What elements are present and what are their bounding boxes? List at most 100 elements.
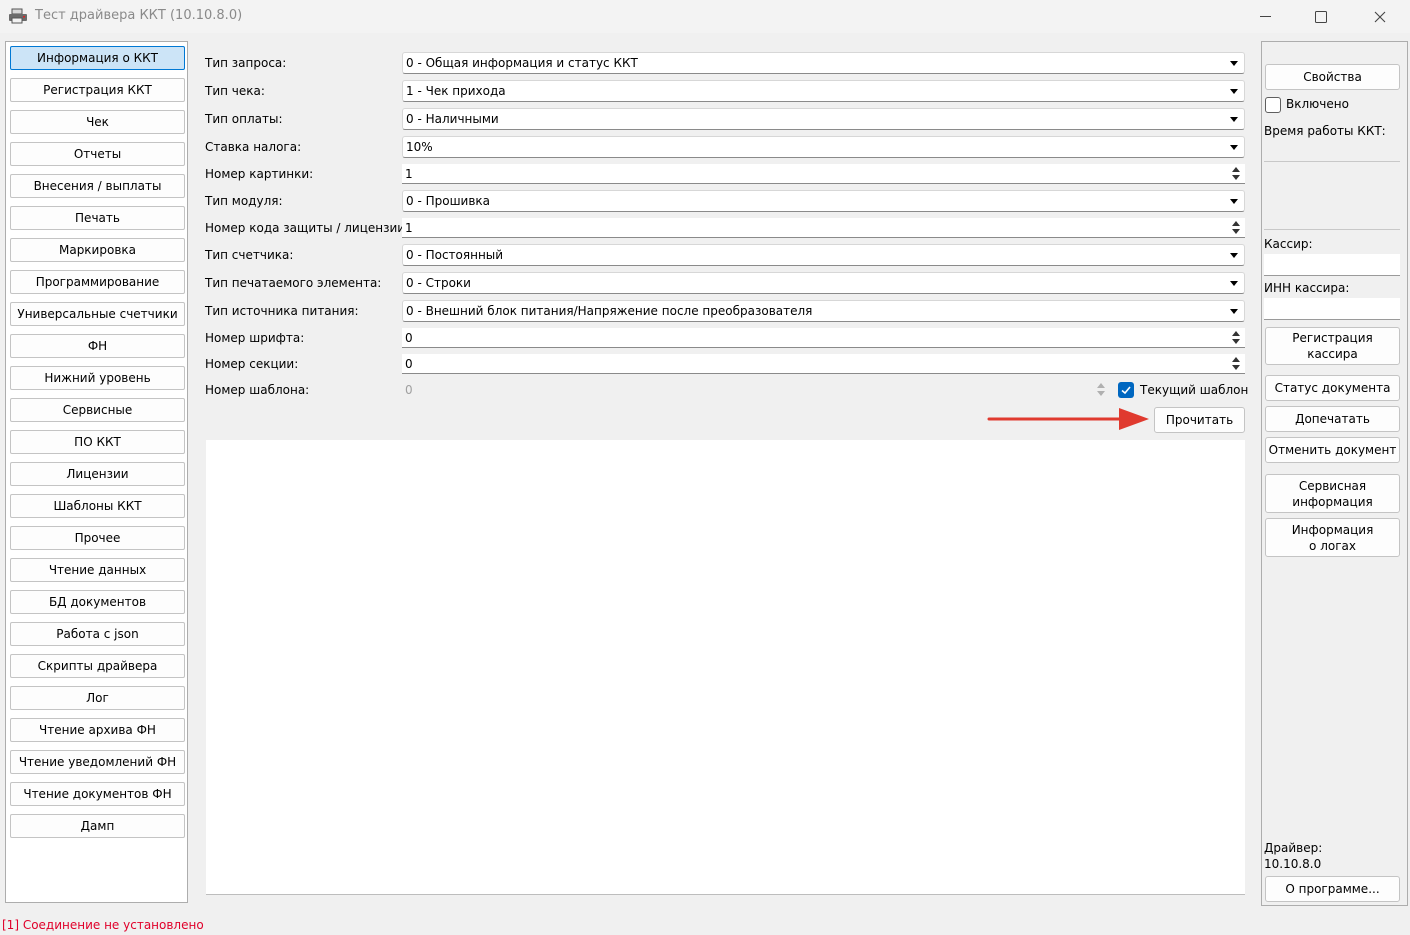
nav-item-kkt-info[interactable]: Информация о ККТ [10, 46, 185, 70]
logs-info-button[interactable]: Информация о логах [1265, 518, 1400, 557]
payment-type-label: Тип оплаты: [205, 112, 283, 126]
nav-item-print[interactable]: Печать [10, 206, 185, 230]
module-type-label: Тип модуля: [205, 194, 283, 208]
power-source-select[interactable]: 0 - Внешний блок питания/Напряжение посл… [402, 300, 1245, 322]
nav-item-kkt-registration[interactable]: Регистрация ККТ [10, 78, 185, 102]
nav-item-low-level[interactable]: Нижний уровень [10, 366, 185, 390]
reprint-button[interactable]: Допечатать [1265, 406, 1400, 432]
license-code-label: Номер кода защиты / лицензии: [205, 221, 410, 235]
uptime-divider [1264, 161, 1400, 162]
section-number-value: 0 [405, 356, 413, 371]
request-type-value: 0 - Общая информация и статус ККТ [406, 56, 638, 70]
left-nav-panel: Информация о ККТ Регистрация ККТ Чек Отч… [5, 41, 188, 903]
nav-item-licenses[interactable]: Лицензии [10, 462, 185, 486]
output-area[interactable] [206, 440, 1245, 895]
picture-number-label: Номер картинки: [205, 167, 314, 181]
print-element-value: 0 - Строки [406, 276, 471, 290]
maximize-button[interactable] [1292, 0, 1350, 33]
driver-label: Драйвер: [1264, 841, 1323, 855]
spinner-arrows-icon[interactable] [1231, 356, 1241, 372]
template-number-spinner: 0 [402, 380, 1110, 400]
nav-item-other[interactable]: Прочее [10, 526, 185, 550]
module-type-value: 0 - Прошивка [406, 194, 491, 208]
nav-item-log[interactable]: Лог [10, 686, 185, 710]
connection-status: [1] Соединение не установлено [2, 918, 204, 932]
cashier-inn-input[interactable] [1264, 298, 1400, 320]
checkmark-icon [1121, 386, 1131, 395]
request-type-label: Тип запроса: [205, 56, 287, 70]
uptime-label: Время работы ККТ: [1264, 124, 1386, 138]
license-code-value: 1 [405, 220, 413, 235]
nav-item-driver-scripts[interactable]: Скрипты драйвера [10, 654, 185, 678]
nav-item-marking[interactable]: Маркировка [10, 238, 185, 262]
chevron-down-icon [1230, 199, 1238, 204]
close-button[interactable] [1351, 0, 1409, 33]
title-bar: Тест драйвера ККТ (10.10.8.0) [0, 0, 1410, 33]
nav-item-programming[interactable]: Программирование [10, 270, 185, 294]
module-type-select[interactable]: 0 - Прошивка [402, 190, 1245, 212]
print-element-select[interactable]: 0 - Строки [402, 272, 1245, 294]
annotation-arrow-icon [987, 408, 1149, 430]
minimize-button[interactable] [1236, 0, 1294, 33]
font-number-spinner[interactable]: 0 [402, 328, 1245, 348]
about-button[interactable]: О программе... [1265, 876, 1400, 902]
counter-type-value: 0 - Постоянный [406, 248, 504, 262]
nav-item-fn[interactable]: ФН [10, 334, 185, 358]
picture-number-spinner[interactable]: 1 [402, 164, 1245, 184]
template-number-label: Номер шаблона: [205, 383, 310, 397]
tax-rate-label: Ставка налога: [205, 140, 302, 154]
spinner-arrows-icon[interactable] [1231, 166, 1241, 182]
cashier-input[interactable] [1264, 254, 1400, 276]
nav-item-receipt[interactable]: Чек [10, 110, 185, 134]
nav-item-cash-in-out[interactable]: Внесения / выплаты [10, 174, 185, 198]
nav-item-kkt-software[interactable]: ПО ККТ [10, 430, 185, 454]
nav-item-universal-counters[interactable]: Универсальные счетчики [10, 302, 185, 326]
enabled-checkbox[interactable] [1265, 97, 1281, 113]
tax-rate-select[interactable]: 10% [402, 136, 1245, 158]
nav-item-json[interactable]: Работа с json [10, 622, 185, 646]
cashier-inn-label: ИНН кассира: [1264, 281, 1350, 295]
spinner-arrows-icon[interactable] [1231, 330, 1241, 346]
properties-button[interactable]: Свойства [1265, 64, 1400, 90]
receipt-type-label: Тип чека: [205, 84, 265, 98]
template-number-value: 0 [405, 383, 413, 397]
section-number-spinner[interactable]: 0 [402, 354, 1245, 374]
read-button[interactable]: Прочитать [1154, 407, 1245, 433]
spinner-arrows-icon[interactable] [1231, 220, 1241, 236]
printer-icon [8, 8, 28, 24]
chevron-down-icon [1230, 145, 1238, 150]
chevron-down-icon [1230, 61, 1238, 66]
cancel-document-button[interactable]: Отменить документ [1265, 437, 1400, 463]
service-info-button[interactable]: Сервисная информация [1265, 474, 1400, 513]
window-title: Тест драйвера ККТ (10.10.8.0) [35, 8, 243, 23]
nav-item-documents-db[interactable]: БД документов [10, 590, 185, 614]
nav-item-reports[interactable]: Отчеты [10, 142, 185, 166]
payment-type-select[interactable]: 0 - Наличными [402, 108, 1245, 130]
nav-item-service[interactable]: Сервисные [10, 398, 185, 422]
power-source-label: Тип источника питания: [205, 304, 359, 318]
tax-rate-value: 10% [406, 140, 433, 154]
request-type-select[interactable]: 0 - Общая информация и статус ККТ [402, 52, 1245, 74]
nav-item-kkt-templates[interactable]: Шаблоны ККТ [10, 494, 185, 518]
receipt-type-value: 1 - Чек прихода [406, 84, 506, 98]
chevron-down-icon [1230, 281, 1238, 286]
nav-item-dump[interactable]: Дамп [10, 814, 185, 838]
document-status-button[interactable]: Статус документа [1265, 375, 1400, 401]
current-template-checkbox[interactable] [1118, 382, 1134, 398]
uptime-divider-2 [1264, 229, 1400, 230]
nav-item-fn-documents[interactable]: Чтение документов ФН [10, 782, 185, 806]
maximize-icon [1315, 10, 1327, 23]
register-cashier-button[interactable]: Регистрация кассира [1265, 327, 1400, 365]
chevron-down-icon [1230, 309, 1238, 314]
receipt-type-select[interactable]: 1 - Чек прихода [402, 80, 1245, 102]
nav-item-read-data[interactable]: Чтение данных [10, 558, 185, 582]
nav-item-fn-notifications[interactable]: Чтение уведомлений ФН [10, 750, 185, 774]
license-code-spinner[interactable]: 1 [402, 218, 1245, 238]
chevron-down-icon [1230, 117, 1238, 122]
counter-type-select[interactable]: 0 - Постоянный [402, 244, 1245, 266]
enabled-label: Включено [1286, 97, 1349, 111]
font-number-label: Номер шрифта: [205, 331, 305, 345]
nav-item-fn-archive[interactable]: Чтение архива ФН [10, 718, 185, 742]
cashier-label: Кассир: [1264, 237, 1313, 251]
chevron-down-icon [1230, 253, 1238, 258]
